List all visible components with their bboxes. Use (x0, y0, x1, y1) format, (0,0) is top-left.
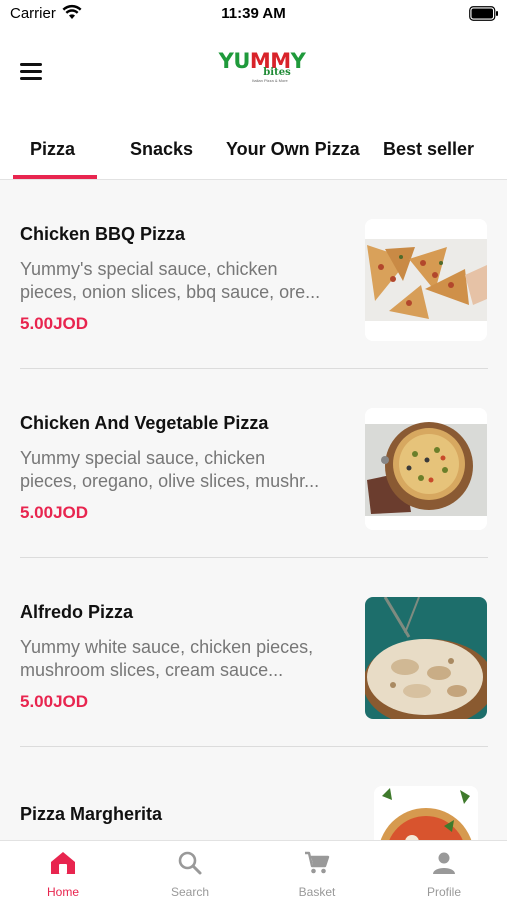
nav-search[interactable]: Search (127, 841, 253, 900)
product-price: 5.00JOD (20, 314, 89, 333)
product-image (365, 408, 487, 530)
search-icon (178, 851, 202, 875)
tab-snacks[interactable]: Snacks (130, 139, 193, 160)
tab-best-seller[interactable]: Best seller (383, 139, 474, 160)
product-image (365, 219, 487, 341)
product-item[interactable]: Pizza Margherita (0, 747, 507, 840)
product-name: Chicken BBQ Pizza (20, 224, 186, 244)
nav-profile[interactable]: Profile (381, 841, 507, 900)
status-bar: Carrier 11:39 AM (0, 0, 507, 30)
menu-button[interactable] (20, 59, 50, 83)
active-tab-indicator (13, 175, 97, 179)
cart-icon (305, 851, 330, 874)
product-item[interactable]: Chicken BBQ Pizza Yummy's special sauce,… (0, 180, 507, 369)
product-name: Pizza Margherita (20, 804, 163, 824)
bottom-navigation: Home Search Basket Profile (0, 840, 507, 900)
product-name: Alfredo Pizza (20, 602, 134, 622)
product-name: Chicken And Vegetable Pizza (20, 413, 269, 433)
product-description: Yummy's special sauce, chicken pieces, o… (20, 259, 321, 302)
product-list: Chicken BBQ Pizza Yummy's special sauce,… (0, 180, 507, 840)
nav-basket[interactable]: Basket (254, 841, 380, 900)
home-icon (51, 852, 75, 874)
product-image (365, 597, 487, 719)
nav-home[interactable]: Home (0, 841, 126, 900)
app-header: YUMMY bites Italian Pizza & More (0, 30, 507, 125)
menu-icon (20, 63, 42, 66)
tab-your-own-pizza[interactable]: Your Own Pizza (226, 139, 360, 160)
product-item[interactable]: Alfredo Pizza Yummy white sauce, chicken… (0, 558, 507, 747)
product-item[interactable]: Chicken And Vegetable Pizza Yummy specia… (0, 369, 507, 558)
person-icon (433, 852, 455, 874)
product-price: 5.00JOD (20, 692, 89, 711)
tab-pizza[interactable]: Pizza (30, 139, 75, 160)
battery-icon (469, 6, 498, 21)
app-logo: YUMMY bites Italian Pizza & More (218, 49, 306, 83)
product-description: Yummy special sauce, chicken pieces, ore… (20, 448, 320, 491)
product-image (374, 786, 478, 840)
category-tabs: Pizza Snacks Your Own Pizza Best seller (0, 125, 507, 180)
product-description: Yummy white sauce, chicken pieces, mushr… (20, 637, 314, 680)
status-time: 11:39 AM (221, 5, 286, 22)
product-price: 5.00JOD (20, 503, 89, 522)
